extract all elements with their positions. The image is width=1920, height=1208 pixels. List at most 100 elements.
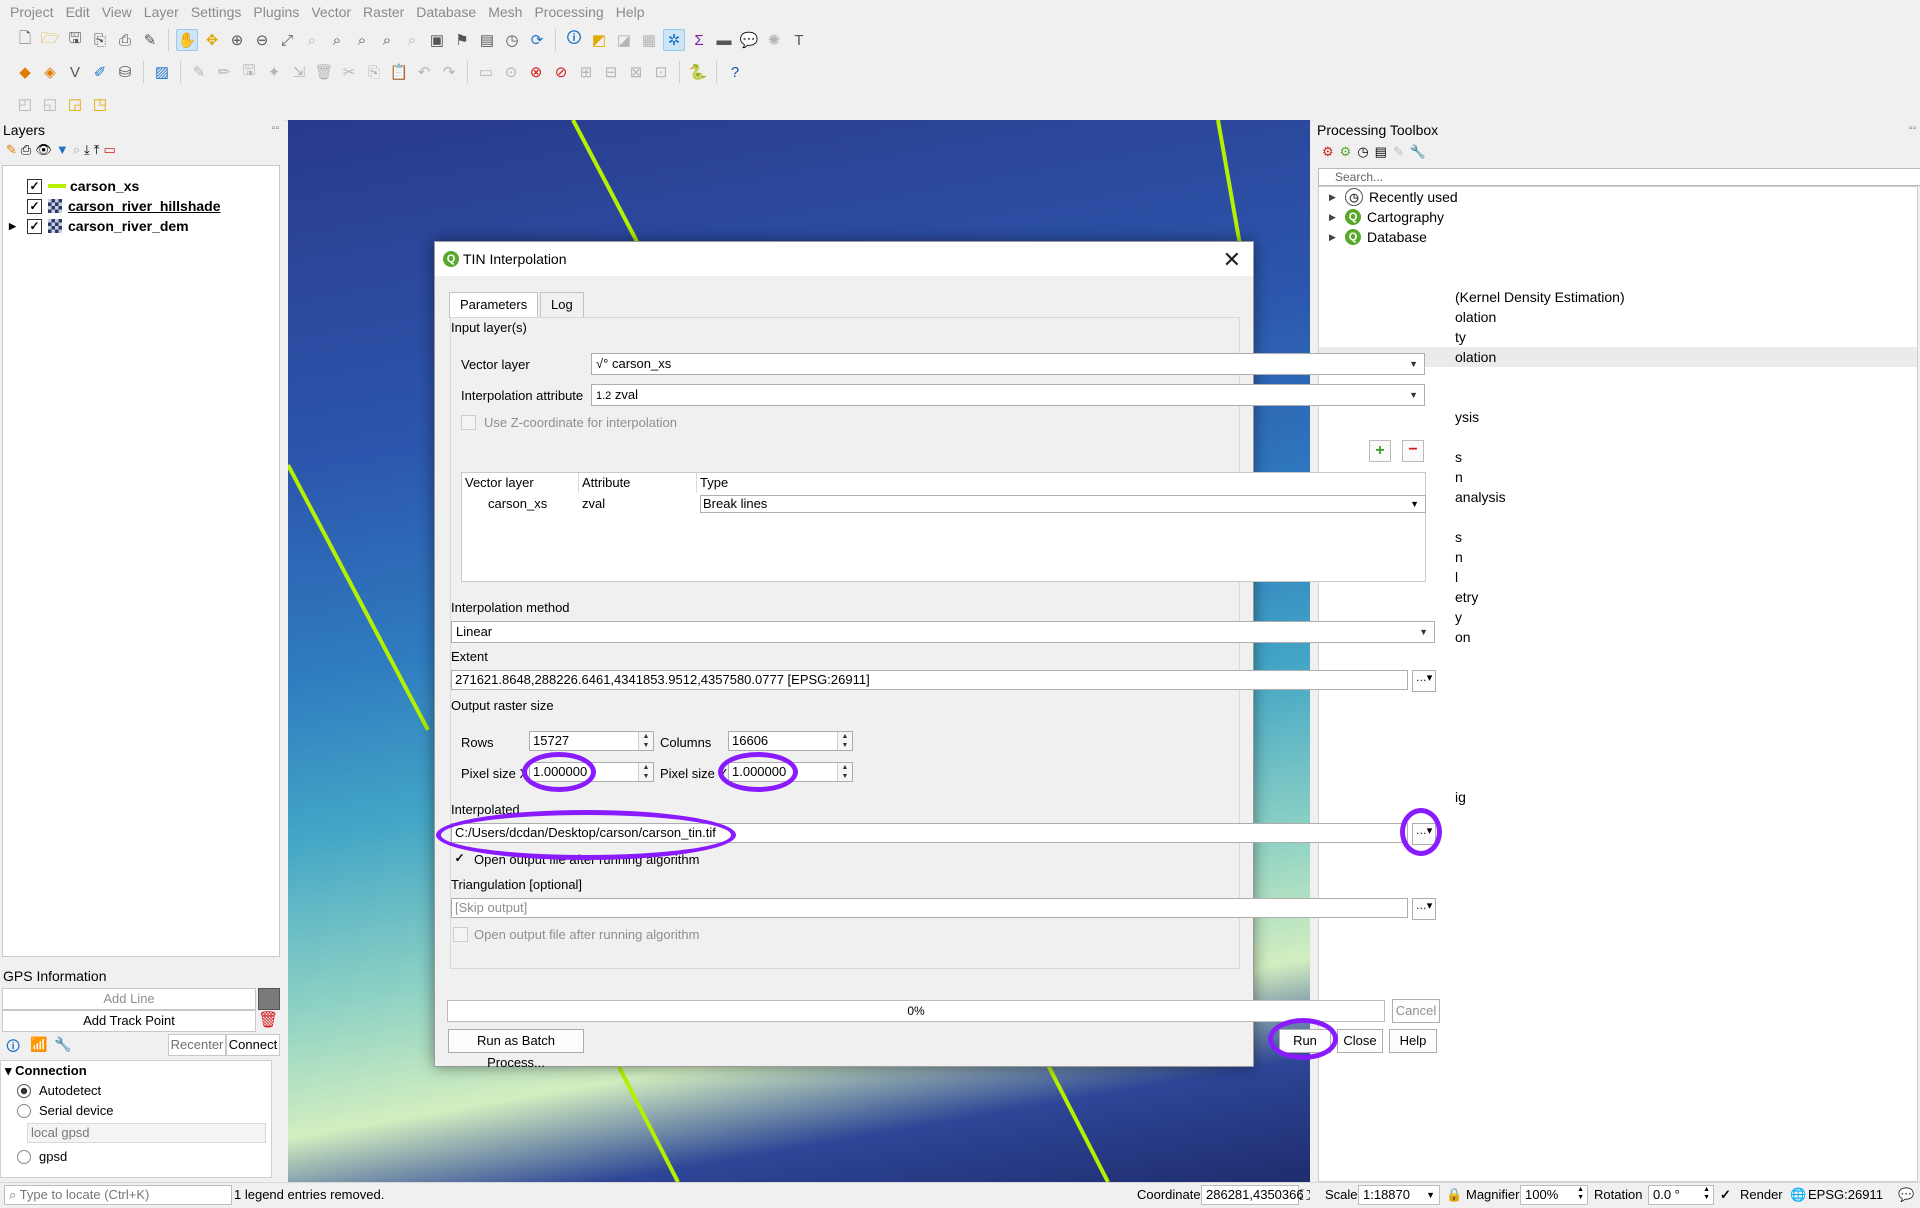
coordinate-field[interactable]: 286281,4350366 xyxy=(1201,1185,1304,1205)
edit-features-icon[interactable]: ✎ xyxy=(1393,144,1404,160)
expand-arrow-icon[interactable]: ▶ xyxy=(9,221,27,232)
layer-visibility-checkbox[interactable]: ✓ xyxy=(27,178,42,194)
label-tool3-icon[interactable]: ⊞ xyxy=(575,61,597,83)
add-feature-icon[interactable]: ✦ xyxy=(263,61,285,83)
crs-label[interactable]: EPSG:26911 xyxy=(1808,1187,1883,1202)
label-tool6-icon[interactable]: ⊡ xyxy=(650,61,672,83)
toolbox-item-database[interactable]: ▶ Q Database xyxy=(1329,227,1427,247)
triangulation-output-field[interactable]: [Skip output] xyxy=(451,898,1408,918)
gpsd-radio[interactable]: gpsd xyxy=(17,1149,67,1164)
layer-visibility-checkbox[interactable]: ✓ xyxy=(27,218,42,234)
close-button[interactable]: Close xyxy=(1337,1029,1383,1053)
menu-settings[interactable]: Settings xyxy=(185,4,248,20)
zoom-native-icon[interactable]: ⌕ xyxy=(351,29,373,51)
color-swatch[interactable] xyxy=(258,988,280,1010)
spin-arrows-icon[interactable]: ▲ ▼ xyxy=(837,732,852,750)
pixel-size-x-spinbox[interactable]: 1.000000 ▲ ▼ xyxy=(529,762,654,782)
spin-arrows-icon[interactable]: ▲ ▼ xyxy=(837,763,852,781)
label-pin-icon[interactable]: ⊙ xyxy=(500,61,522,83)
connect-button[interactable]: Connect xyxy=(226,1034,280,1056)
models-icon[interactable]: ⚙ xyxy=(1322,144,1334,160)
manage-map-themes-icon[interactable]: 👁 xyxy=(35,142,52,158)
render-checkbox[interactable]: ✓ xyxy=(1720,1187,1731,1203)
paste-icon[interactable]: 📋 xyxy=(388,61,410,83)
crs-globe-icon[interactable]: 🌐 xyxy=(1790,1187,1806,1203)
add-db-icon[interactable]: ⛁ xyxy=(114,61,136,83)
zoom-selection-icon[interactable]: ⌕ xyxy=(301,29,323,51)
menu-database[interactable]: Database xyxy=(410,4,482,20)
undo-icon[interactable]: ↶ xyxy=(413,61,435,83)
wrench-icon[interactable]: 🔧 xyxy=(54,1036,71,1053)
pan-icon[interactable]: ✋ xyxy=(176,29,198,51)
temporal-icon[interactable]: ◷ xyxy=(501,29,523,51)
options-icon[interactable]: 🔧 xyxy=(1410,144,1426,160)
scripts-icon[interactable]: ⚙ xyxy=(1340,144,1352,160)
layer-row-carson-xs[interactable]: ✓ carson_xs xyxy=(27,176,139,196)
map-tips-icon[interactable]: 💬 xyxy=(738,29,760,51)
toolbox-item-recently-used[interactable]: ▶ ◷ Recently used xyxy=(1329,187,1458,207)
magnifier-spinbox[interactable]: 100% ▲ ▼ xyxy=(1520,1185,1588,1205)
expand-all-icon[interactable]: ⤓ xyxy=(84,142,90,158)
new-map-view-icon[interactable]: ▣ xyxy=(426,29,448,51)
layer-row-hillshade[interactable]: ✓ carson_river_hillshade xyxy=(27,196,221,216)
tab-parameters[interactable]: Parameters xyxy=(449,292,539,318)
select-all-icon[interactable]: ▦ xyxy=(638,29,660,51)
save-edits-icon[interactable]: 🖫 xyxy=(238,61,260,83)
signal-icon[interactable]: 📶 xyxy=(30,1036,47,1053)
collapse-all-icon[interactable]: ⤒ xyxy=(94,142,100,158)
move-feature-icon[interactable]: ⇲ xyxy=(288,61,310,83)
menu-mesh[interactable]: Mesh xyxy=(482,4,528,20)
toolbox-item-cartography[interactable]: ▶ Q Cartography xyxy=(1329,207,1444,227)
tab-log[interactable]: Log xyxy=(540,292,584,317)
add-raster-icon[interactable]: ▨ xyxy=(151,61,173,83)
add-vector-icon[interactable]: V xyxy=(64,61,86,83)
new-project-icon[interactable]: 🗋 xyxy=(14,29,36,51)
edit-icon[interactable]: ✏ xyxy=(213,61,235,83)
annotation-icon[interactable]: ✺ xyxy=(763,29,785,51)
open-output-checkbox-2[interactable] xyxy=(453,927,468,942)
remove-layer-icon[interactable]: ▭ xyxy=(103,142,115,158)
interpolation-method-combo[interactable]: Linear ▼ xyxy=(451,621,1435,643)
pixel-size-y-spinbox[interactable]: 1.000000 ▲ ▼ xyxy=(728,762,853,782)
autodetect-radio[interactable]: Autodetect xyxy=(17,1083,101,1098)
toolbox-search-input[interactable]: Search... xyxy=(1318,168,1920,186)
menu-help[interactable]: Help xyxy=(610,4,651,20)
spin-arrows-icon[interactable]: ▲ ▼ xyxy=(638,763,653,781)
add-layer-icon[interactable]: + xyxy=(1369,440,1391,462)
menu-plugins[interactable]: Plugins xyxy=(247,4,305,20)
pan-to-selection-icon[interactable]: ✥ xyxy=(201,29,223,51)
interpolated-output-field[interactable]: C:/Users/dcdan/Desktop/carson/carson_tin… xyxy=(451,823,1408,843)
panel-float-icon[interactable]: ▫▫ xyxy=(272,123,279,134)
menu-project[interactable]: Project xyxy=(4,4,60,20)
open-project-icon[interactable]: 🗁 xyxy=(39,29,61,51)
style-icon[interactable]: ✎ xyxy=(6,142,17,158)
label-icon[interactable]: ▭ xyxy=(475,61,497,83)
extent-field[interactable]: 271621.8648,288226.6461,4341853.9512,435… xyxy=(451,670,1408,690)
delete-icon[interactable]: 🗑 xyxy=(258,1010,278,1030)
add-line-button[interactable]: Add Line xyxy=(2,988,256,1010)
messages-icon[interactable]: 💬 xyxy=(1898,1187,1914,1203)
cut-icon[interactable]: ✂ xyxy=(338,61,360,83)
add-group-icon[interactable]: ⎙ xyxy=(21,142,31,158)
panel-float-icon[interactable]: ▫▫ xyxy=(1909,123,1916,134)
help-icon[interactable]: ? xyxy=(724,61,746,83)
interpolation-attribute-combo[interactable]: 1.2 zval ▼ xyxy=(591,384,1425,406)
layer-visibility-checkbox[interactable]: ✓ xyxy=(27,198,42,214)
delete-feature-icon[interactable]: 🗑 xyxy=(313,61,335,83)
zoom-last-icon[interactable]: ⌕ xyxy=(376,29,398,51)
label-tool2-icon[interactable]: ⊘ xyxy=(550,61,572,83)
rotation-spinbox[interactable]: 0.0 ° ▲ ▼ xyxy=(1648,1185,1714,1205)
recenter-button[interactable]: Recenter xyxy=(168,1034,226,1056)
measure-icon[interactable]: ▬ xyxy=(713,29,735,51)
style-manager-icon[interactable]: ✎ xyxy=(139,29,161,51)
cancel-button[interactable]: Cancel xyxy=(1392,999,1440,1023)
use-z-checkbox[interactable] xyxy=(461,415,476,430)
extra-tool3-icon[interactable]: ◲ xyxy=(64,93,86,115)
menu-vector[interactable]: Vector xyxy=(305,4,357,20)
select-features-icon[interactable]: ◩ xyxy=(588,29,610,51)
close-icon[interactable]: ✕ xyxy=(1223,247,1241,273)
redo-icon[interactable]: ↷ xyxy=(438,61,460,83)
table-cell-layer[interactable]: carson_xs xyxy=(488,495,547,513)
settings-icon[interactable]: ✲ xyxy=(663,29,685,51)
menu-view[interactable]: View xyxy=(96,4,138,20)
